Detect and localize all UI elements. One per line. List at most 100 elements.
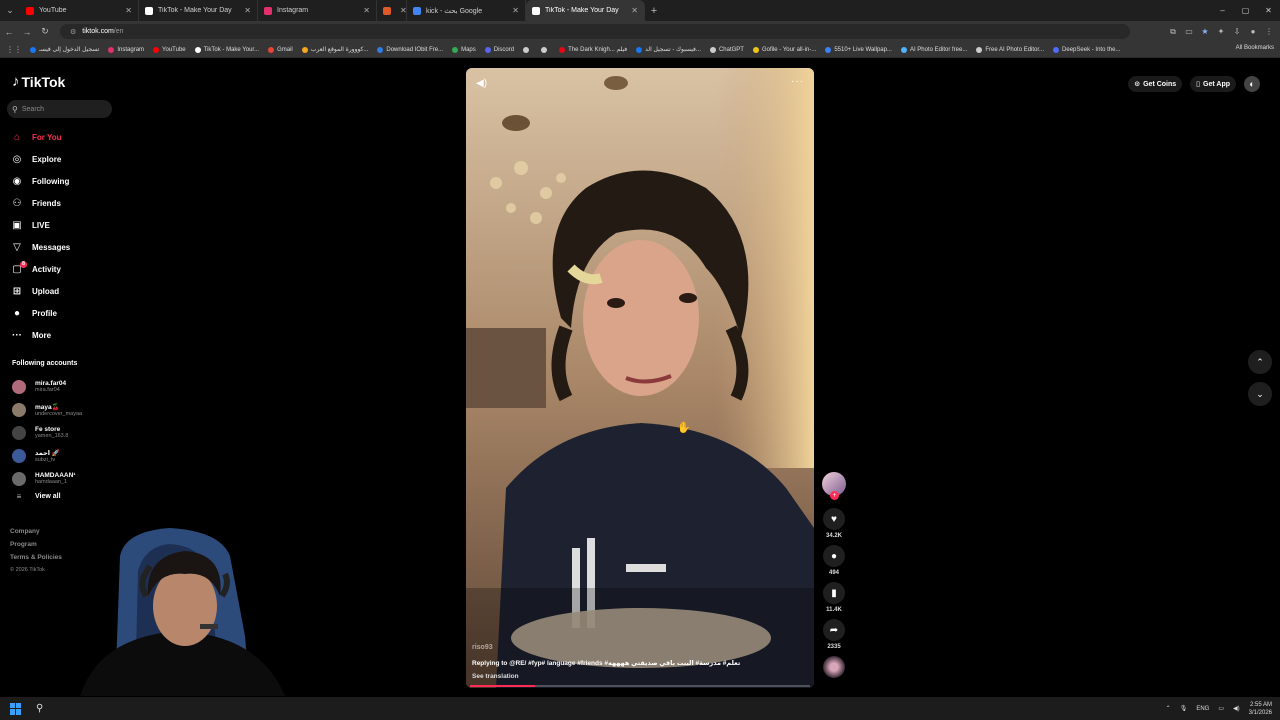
tab-close-icon[interactable]: ✕: [244, 6, 251, 15]
menu-icon[interactable]: ⋮: [1262, 25, 1276, 39]
video-author[interactable]: riso93: [472, 644, 802, 651]
bookmark-item[interactable]: Maps: [452, 46, 476, 53]
user-avatar[interactable]: ◐: [1244, 76, 1260, 92]
sidebar-item-for-you[interactable]: ⌂ For You: [10, 126, 130, 148]
tab-close-icon[interactable]: ✕: [512, 6, 519, 15]
network-icon[interactable]: ▭: [1218, 705, 1224, 712]
footer-terms-link[interactable]: Terms & Policies: [10, 554, 62, 561]
clock[interactable]: 2:55 AM 3/1/2026: [1249, 701, 1272, 717]
sidebar-item-upload[interactable]: ⊞ Upload: [10, 280, 130, 302]
tab-close-icon[interactable]: ✕: [125, 6, 132, 15]
creator-avatar[interactable]: +: [822, 472, 846, 500]
browser-tab[interactable]: TikTok - Make Your Day ✕: [139, 0, 258, 21]
downloads-icon[interactable]: ⇩: [1230, 25, 1244, 39]
music-disc-icon[interactable]: [823, 656, 845, 678]
bookmark-item[interactable]: [541, 46, 550, 53]
bookmark-item[interactable]: فيسبوك - تسجيل الد...: [636, 46, 701, 53]
clock-time: 2:55 AM: [1249, 701, 1272, 708]
sidebar-item-messages[interactable]: ▽ Messages: [10, 236, 130, 258]
browser-tab[interactable]: kick - بحث Google ✕: [407, 0, 526, 21]
video-more-icon[interactable]: ···: [791, 76, 804, 87]
minimize-icon[interactable]: –: [1211, 6, 1234, 15]
language-indicator[interactable]: ENG: [1196, 706, 1209, 712]
bookmark-item[interactable]: 5510+ Live Wallpap...: [825, 46, 892, 53]
bookmark-item[interactable]: Instagram: [108, 46, 144, 53]
translate-icon[interactable]: ⧉: [1166, 25, 1180, 39]
bookmark-item[interactable]: AI Photo Editor free...: [900, 46, 967, 53]
share-button[interactable]: ➦: [823, 619, 845, 641]
bookmark-item[interactable]: Free AI Photo Editor...: [976, 46, 1044, 53]
bookmark-item[interactable]: The Dark Knigh... فيلم: [559, 46, 627, 53]
profile-icon[interactable]: ●: [1246, 25, 1260, 39]
bookmark-item[interactable]: [523, 46, 532, 53]
bookmark-item[interactable]: DeepSeek - Into the...: [1053, 46, 1120, 53]
cast-icon[interactable]: ▭: [1182, 25, 1196, 39]
bookmark-item[interactable]: كووورة الموقع العرب...: [301, 46, 368, 53]
reload-button[interactable]: ↻: [36, 26, 54, 37]
see-translation-link[interactable]: See translation: [472, 673, 802, 680]
following-account-item[interactable]: mira.far04 mira.far04: [12, 375, 132, 398]
tab-close-icon[interactable]: ✕: [400, 6, 407, 15]
tab-search-button[interactable]: ⌄: [0, 0, 20, 21]
bookmark-item[interactable]: تسجيل الدخول إلى فيسـ: [30, 46, 99, 53]
bookmark-item[interactable]: Gofile - Your all-in-...: [752, 46, 816, 53]
extensions-icon[interactable]: ✦: [1214, 25, 1228, 39]
bookmark-item[interactable]: YouTube: [153, 46, 186, 53]
site-info-icon[interactable]: ⚙: [70, 28, 76, 36]
sidebar-item-live[interactable]: ▣ LIVE: [10, 214, 130, 236]
following-account-item[interactable]: احمد 🚀 subzi_tv: [12, 444, 132, 467]
tab-close-icon[interactable]: ✕: [363, 6, 370, 15]
new-tab-button[interactable]: +: [645, 5, 663, 17]
bookmark-star-icon[interactable]: ★: [1198, 25, 1212, 39]
all-bookmarks-button[interactable]: All Bookmarks: [1231, 45, 1274, 51]
video-progress-bar[interactable]: [470, 685, 810, 687]
follow-plus-icon[interactable]: +: [830, 491, 839, 500]
get-app-button[interactable]: ▯ Get App: [1190, 76, 1236, 92]
browser-tab[interactable]: TikTok - Make Your Day ✕: [526, 0, 645, 21]
following-account-item[interactable]: Fe store yamen_163.8: [12, 421, 132, 444]
sidebar-item-friends[interactable]: ⚇ Friends: [10, 192, 130, 214]
sidebar-item-more[interactable]: ··· More: [10, 324, 130, 346]
bookmarks-bar: ⋮⋮ تسجيل الدخول إلى فيسـ Instagram YouTube…: [0, 42, 1280, 58]
get-coins-button[interactable]: ⊙ Get Coins: [1128, 76, 1183, 92]
sidebar-item-profile[interactable]: ● Profile: [10, 302, 130, 324]
taskbar-search-icon[interactable]: ⚲: [36, 703, 43, 714]
bookmark-item[interactable]: Download IObit Fre...: [377, 46, 443, 53]
apps-icon[interactable]: ⋮⋮: [6, 45, 22, 54]
bookmark-item[interactable]: TikTok - Make Your...: [194, 46, 259, 53]
following-account-item[interactable]: HAMDAAAN¹ hamdaaan_1: [12, 467, 132, 490]
following-account-item[interactable]: maya🍒 undercover_mayaa: [12, 398, 132, 421]
windows-start-icon[interactable]: [10, 702, 22, 715]
tray-overflow-icon[interactable]: ⌃: [1166, 705, 1171, 712]
back-button[interactable]: ←: [0, 27, 18, 37]
bookmark-item[interactable]: ChatGPT: [709, 46, 744, 53]
speaker-icon[interactable]: ◀): [1233, 705, 1240, 712]
url-input[interactable]: ⚙ tiktok.com/en: [60, 24, 1130, 39]
video-player[interactable]: ◀) ··· riso93 Replying to @RE/ #fyp# lan…: [466, 68, 814, 688]
volume-icon[interactable]: ◀): [476, 78, 487, 89]
bookmark-item[interactable]: Gmail: [268, 46, 293, 53]
browser-tab[interactable]: Instagram ✕: [258, 0, 377, 21]
next-video-button[interactable]: ⌄: [1248, 382, 1272, 406]
like-button[interactable]: ♥: [823, 508, 845, 530]
forward-button[interactable]: →: [18, 27, 36, 37]
footer-program-link[interactable]: Program: [10, 541, 62, 548]
microphone-icon[interactable]: 🎙: [1180, 705, 1188, 712]
browser-tab[interactable]: ✕: [377, 0, 407, 21]
footer-company-link[interactable]: Company: [10, 528, 62, 535]
tab-close-icon[interactable]: ✕: [631, 6, 638, 15]
search-input[interactable]: ⚲ Search: [7, 100, 112, 118]
view-all-button[interactable]: ≡ View all: [12, 492, 132, 501]
notification-badge: 8: [20, 261, 27, 268]
save-button[interactable]: ▮: [823, 582, 845, 604]
maximize-icon[interactable]: ▢: [1234, 6, 1257, 15]
sidebar-item-explore[interactable]: ◎ Explore: [10, 148, 130, 170]
bookmark-item[interactable]: Discord: [484, 46, 514, 53]
previous-video-button[interactable]: ⌃: [1248, 350, 1272, 374]
sidebar-item-activity[interactable]: ▢ Activity 8: [10, 258, 130, 280]
close-window-icon[interactable]: ✕: [1257, 6, 1280, 15]
sidebar-item-following[interactable]: ◉ Following: [10, 170, 130, 192]
browser-tab[interactable]: YouTube ✕: [20, 0, 139, 21]
tiktok-logo[interactable]: ♪ TikTok: [12, 73, 65, 90]
comment-button[interactable]: ●: [823, 545, 845, 567]
